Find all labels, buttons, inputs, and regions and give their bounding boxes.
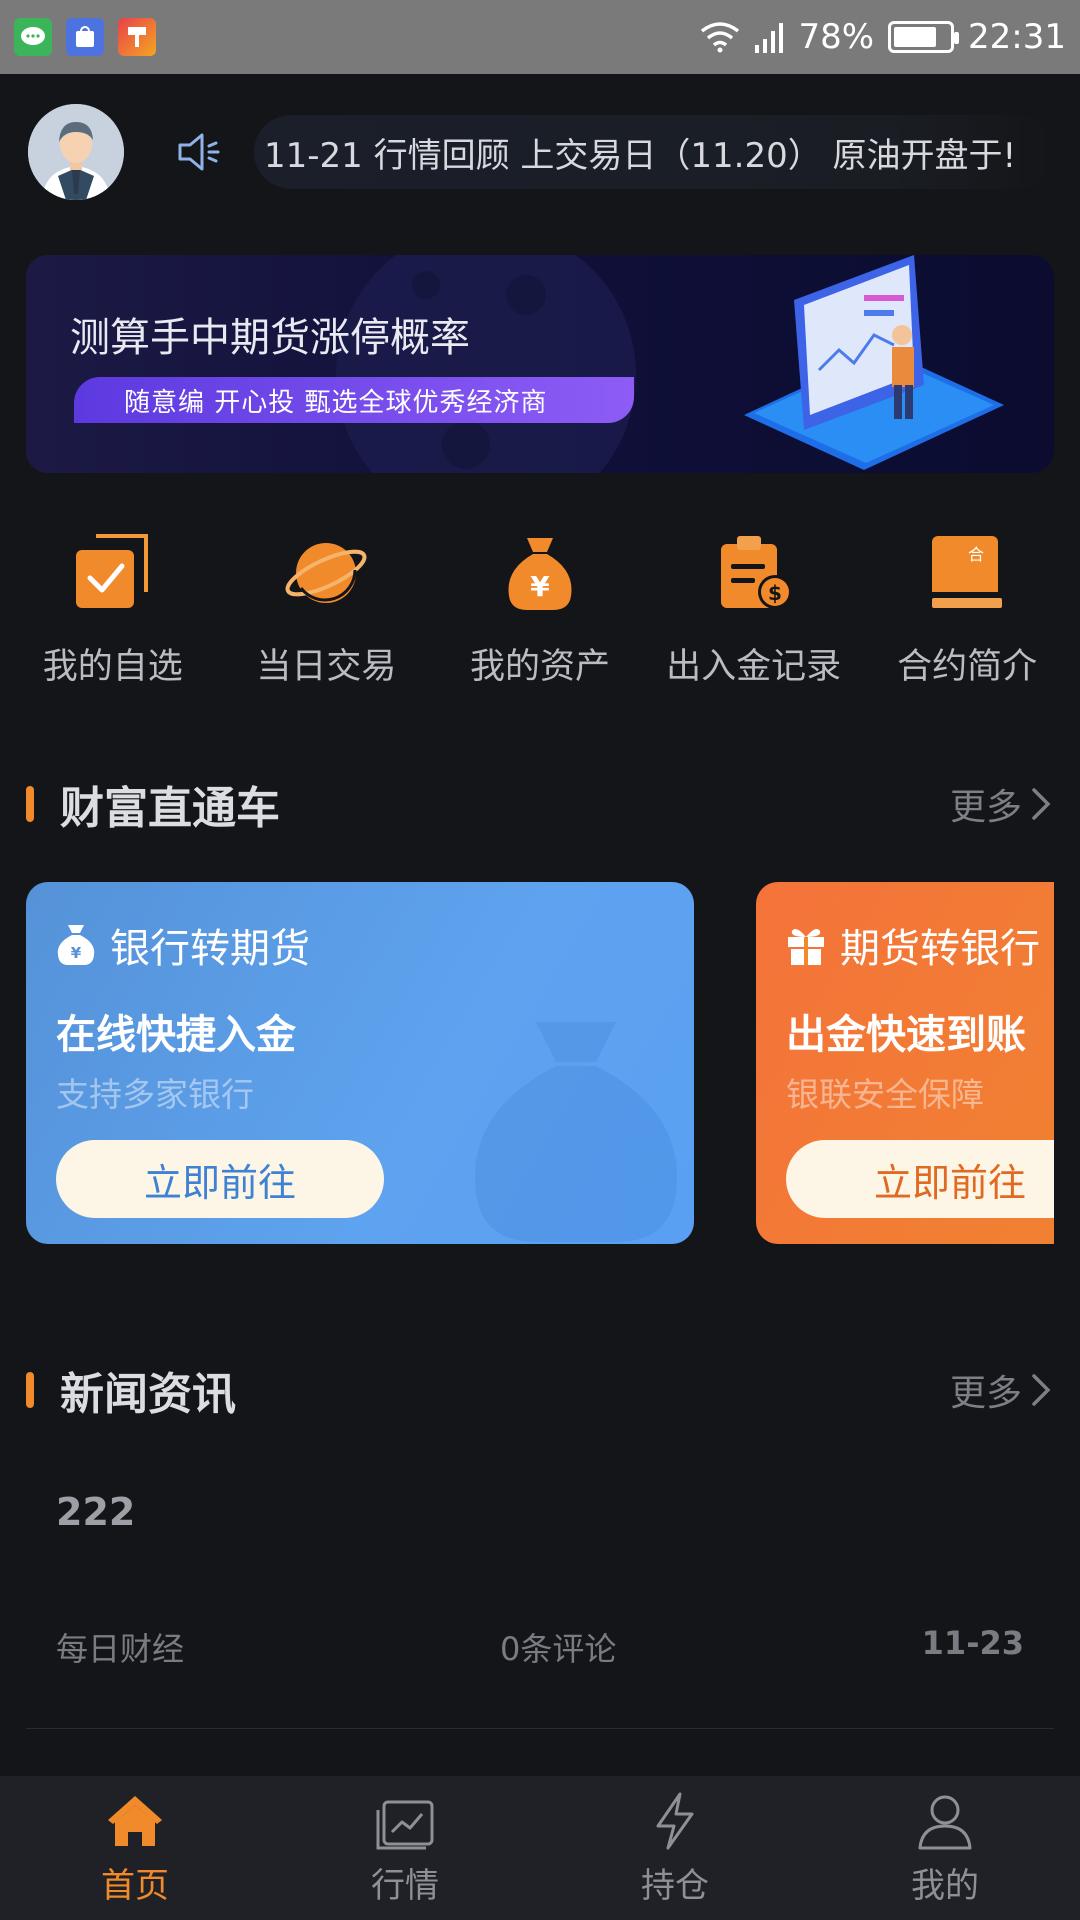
tab-label: 我的 <box>911 1865 979 1906</box>
message-app-icon <box>14 18 52 56</box>
news-section-header: 新闻资讯 更多 <box>26 1360 1054 1420</box>
section-title: 新闻资讯 <box>60 1369 236 1420</box>
money-bag-icon: ¥ <box>57 925 95 965</box>
wifi-icon <box>701 22 740 53</box>
shortcut-watchlist[interactable]: 我的自选 <box>6 530 220 710</box>
svg-text:¥: ¥ <box>71 944 82 962</box>
card-sub-text: 支持多家银行 <box>56 1075 254 1114</box>
home-icon <box>108 1795 162 1846</box>
battery-icon <box>888 21 960 53</box>
money-bag-icon: ¥ <box>508 538 572 610</box>
more-link[interactable]: 更多 <box>950 1364 1054 1416</box>
tab-label: 首页 <box>101 1865 169 1906</box>
chart-icon <box>376 1800 434 1849</box>
shortcut-label: 当日交易 <box>256 647 397 687</box>
book-icon: 合 <box>932 536 1003 608</box>
shortcut-label: 我的自选 <box>42 647 183 687</box>
lightning-icon <box>656 1792 694 1849</box>
shortcut-grid: 我的自选 当日交易 ¥ 我的资产 $ 出入金记录 合 合约简介 <box>0 530 1080 710</box>
gift-icon <box>788 929 824 965</box>
news-date: 11-23 <box>921 1624 1024 1662</box>
tab-label: 持仓 <box>641 1865 709 1906</box>
card-watermark-money-bag <box>475 1022 677 1242</box>
tool-app-icon <box>118 18 156 56</box>
card-main-text: 出金快速到账 <box>786 1012 1026 1058</box>
news-item-title[interactable]: 222 <box>56 1490 135 1534</box>
shortcut-deposit-records[interactable]: $ 出入金记录 <box>647 530 861 710</box>
status-right: 78% 22:31 <box>700 17 1066 57</box>
bottom-tab-bar: 首页 行情 持仓 我的 <box>0 1776 1080 1920</box>
card-bank-to-futures[interactable]: ¥ 银行转期货 在线快捷入金 支持多家银行 立即前往 <box>26 882 694 1244</box>
more-link[interactable]: 更多 <box>950 778 1054 830</box>
shortcut-assets[interactable]: ¥ 我的资产 <box>433 530 647 710</box>
store-app-icon <box>66 18 104 56</box>
clock: 22:31 <box>968 17 1066 57</box>
svg-text:$: $ <box>768 581 782 605</box>
wealth-cards: ¥ 银行转期货 在线快捷入金 支持多家银行 立即前往 期货转银行 出金快速到账 … <box>26 882 1054 1246</box>
tab-profile[interactable]: 我的 <box>810 1790 1080 1907</box>
news-comment-count: 0条评论 <box>500 1630 617 1668</box>
card-head-label: 银行转期货 <box>110 926 310 972</box>
section-accent-bar <box>26 1372 34 1408</box>
news-source: 每日财经 <box>56 1630 185 1668</box>
battery-percent: 78% <box>798 17 875 57</box>
divider <box>26 1728 1054 1729</box>
more-label: 更多 <box>949 1373 1022 1414</box>
avatar[interactable] <box>28 104 124 200</box>
svg-text:¥: ¥ <box>530 570 550 603</box>
card-sub-text: 银联安全保障 <box>786 1075 984 1114</box>
chevron-right-icon <box>1032 788 1051 820</box>
more-label: 更多 <box>949 787 1022 828</box>
promo-banner[interactable]: 测算手中期货涨停概率 随意编 开心投 甄选全球优秀经济商 <box>26 255 1054 473</box>
chevron-right-icon <box>1032 1374 1051 1406</box>
banner-title: 测算手中期货涨停概率 <box>70 315 470 361</box>
shortcut-daily-trade[interactable]: 当日交易 <box>220 530 434 710</box>
clipboard-dollar-icon: $ <box>720 536 792 609</box>
banner-tagline: 随意编 开心投 甄选全球优秀经济商 <box>74 377 634 423</box>
tab-label: 行情 <box>371 1865 439 1906</box>
section-accent-bar <box>26 786 34 822</box>
tab-home[interactable]: 首页 <box>0 1790 270 1907</box>
tab-market[interactable]: 行情 <box>270 1790 540 1907</box>
top-bar: 11-21 行情回顾 上交易日（11.20） 原油开盘于! <box>28 100 1052 204</box>
card-head-label: 期货转银行 <box>840 926 1040 972</box>
notification-icons <box>14 18 156 56</box>
signal-icon <box>755 23 784 53</box>
news-item-meta: 每日财经 0条评论 11-23 <box>56 1624 1024 1670</box>
card-main-text: 在线快捷入金 <box>56 1012 296 1058</box>
wealth-section-header: 财富直通车 更多 <box>26 774 1054 834</box>
planet-icon <box>285 543 367 603</box>
ticker-pill: 11-21 行情回顾 上交易日（11.20） 原油开盘于! <box>254 115 1052 189</box>
shortcut-label: 合约简介 <box>897 647 1038 687</box>
go-now-button[interactable]: 立即前往 <box>786 1140 1054 1218</box>
svg-text:合: 合 <box>968 545 984 564</box>
section-title: 财富直通车 <box>60 783 280 834</box>
shortcut-label: 我的资产 <box>469 647 610 687</box>
ticker-text: 11-21 行情回顾 上交易日（11.20） 原油开盘于! <box>264 135 1017 176</box>
tab-positions[interactable]: 持仓 <box>540 1790 810 1907</box>
checkbox-icon <box>75 534 148 608</box>
card-futures-to-bank[interactable]: 期货转银行 出金快速到账 银联安全保障 立即前往 <box>756 882 1054 1244</box>
shortcut-label: 出入金记录 <box>666 647 842 687</box>
speaker-icon <box>178 133 220 171</box>
shortcut-contract-intro[interactable]: 合 合约简介 <box>860 530 1074 710</box>
go-now-button[interactable]: 立即前往 <box>56 1140 384 1218</box>
banner-illustration <box>744 255 1004 470</box>
user-icon <box>918 1795 972 1849</box>
status-bar: 78% 22:31 <box>0 0 1080 74</box>
news-ticker[interactable]: 11-21 行情回顾 上交易日（11.20） 原油开盘于! <box>172 115 1052 189</box>
